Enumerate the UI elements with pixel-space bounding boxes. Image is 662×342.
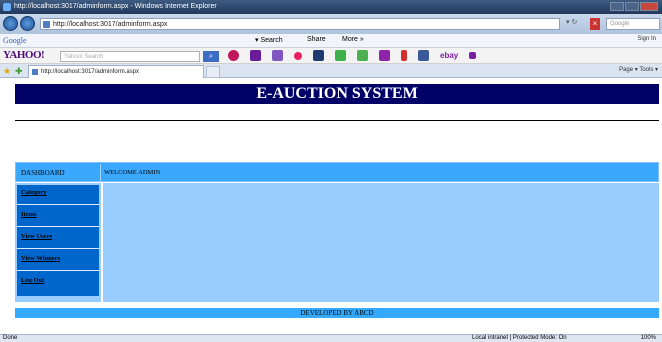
- tab-page-icon: [32, 69, 38, 75]
- flickr-icon[interactable]: [294, 51, 302, 60]
- nav-link-category[interactable]: Category: [17, 185, 99, 205]
- browser-search-input[interactable]: Google: [606, 18, 660, 30]
- google-more-button[interactable]: More »: [342, 36, 364, 43]
- security-zone: Local intranet | Protected Mode: On: [472, 335, 567, 341]
- nav-link-view-winners[interactable]: View Winners: [17, 251, 99, 271]
- page-content: E-AUCTION SYSTEM DASHBOARD WELCOME ADMIN…: [0, 78, 662, 334]
- command-bar[interactable]: Page ▾ Tools ▾: [619, 66, 658, 73]
- dashboard-label: DASHBOARD: [17, 164, 101, 182]
- divider: [15, 120, 659, 121]
- page-icon: [43, 21, 50, 28]
- yahoo-search-placeholder: Yahoo! Search: [64, 54, 104, 60]
- address-url: http://localhost:3017/adminform.aspx: [53, 21, 168, 28]
- add-favorites-icon[interactable]: ✚: [15, 66, 23, 77]
- search-placeholder: Google: [610, 21, 630, 27]
- add-icon[interactable]: [469, 52, 477, 59]
- nav-link-log-out[interactable]: Log Out: [17, 273, 99, 293]
- nav-link-items[interactable]: Items: [17, 207, 99, 227]
- google-share-label: Share: [307, 36, 326, 43]
- header-row: DASHBOARD WELCOME ADMIN: [15, 162, 659, 182]
- google-search-button[interactable]: ▾ Search: [255, 36, 283, 44]
- zoom-level[interactable]: 100%: [641, 335, 656, 341]
- window-title-bar: http://localhost:3017/adminform.aspx - W…: [0, 0, 662, 14]
- new-tab-button[interactable]: [206, 66, 220, 78]
- bookmark-icon[interactable]: [401, 50, 407, 61]
- address-toolbar: http://localhost:3017/adminform.aspx ▾ ↻…: [0, 14, 662, 34]
- stop-button[interactable]: ×: [590, 18, 600, 30]
- yahoo-icon[interactable]: [228, 50, 239, 61]
- sidebar: Category Items View Users View Winners L…: [15, 183, 101, 302]
- google-logo: Google: [3, 36, 27, 45]
- browser-tab[interactable]: http://localhost:3017/adminform.aspx: [28, 65, 204, 78]
- window-title: http://localhost:3017/adminform.aspx - W…: [14, 3, 217, 10]
- page-footer: DEVELOPED BY ABCD: [15, 308, 659, 318]
- window-controls: [610, 2, 658, 11]
- minimize-button[interactable]: [610, 2, 624, 11]
- maximize-button[interactable]: [625, 2, 639, 11]
- mail-icon[interactable]: [250, 50, 261, 61]
- google-toolbar: Google ▾ Search Share More » Sign In: [0, 34, 662, 48]
- messenger-icon[interactable]: [272, 50, 283, 61]
- answers-icon[interactable]: [335, 50, 346, 61]
- welcome-text: WELCOME ADMIN: [104, 169, 161, 176]
- favorites-bar: ★ ✚ http://localhost:3017/adminform.aspx…: [0, 64, 662, 78]
- sign-in-link[interactable]: Sign In: [637, 36, 656, 42]
- tab-title: http://localhost:3017/adminform.aspx: [41, 69, 140, 75]
- status-text: Done: [3, 335, 18, 341]
- yahoo-search-input[interactable]: Yahoo! Search: [60, 51, 200, 62]
- status-bar: Done Local intranet | Protected Mode: On…: [0, 334, 662, 342]
- forward-button[interactable]: [20, 16, 35, 31]
- sidebar-nav: Category Items View Users View Winners L…: [17, 185, 99, 296]
- nav-link-view-users[interactable]: View Users: [17, 229, 99, 249]
- favorites-star-icon[interactable]: ★: [3, 66, 11, 77]
- main-panel: [103, 183, 659, 302]
- yahoo-search-button[interactable]: ⌕: [203, 51, 219, 62]
- ie-icon: [3, 3, 11, 11]
- page-banner: E-AUCTION SYSTEM: [15, 84, 659, 104]
- yahoo-logo: YAHOO!: [3, 49, 45, 61]
- ebay-link[interactable]: ebay: [440, 51, 458, 60]
- google-search-label: Search: [260, 37, 283, 44]
- address-input[interactable]: http://localhost:3017/adminform.aspx: [40, 18, 560, 30]
- yahoo-shortcuts: ebay: [228, 50, 477, 61]
- news-icon[interactable]: [379, 50, 390, 61]
- yahoo-toolbar: YAHOO! Yahoo! Search ⌕ ebay: [0, 48, 662, 64]
- close-button[interactable]: [640, 2, 658, 11]
- facebook-icon[interactable]: [418, 50, 429, 61]
- refresh-icon[interactable]: ▾ ↻: [566, 18, 588, 30]
- back-button[interactable]: [3, 16, 18, 31]
- finance-icon[interactable]: [357, 50, 368, 61]
- tumblr-icon[interactable]: [313, 50, 324, 61]
- google-share-button[interactable]: Share: [307, 36, 326, 43]
